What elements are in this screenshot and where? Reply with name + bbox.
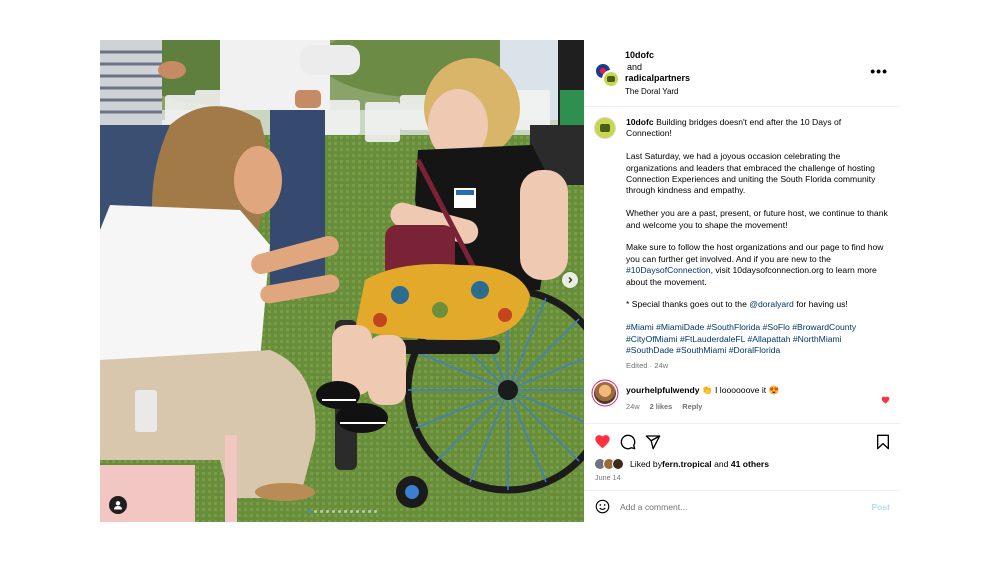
author-link-radicalpartners[interactable]: radicalpartners [625,73,690,85]
author-link-10dofc[interactable]: 10dofc [625,50,690,62]
comment-likes[interactable]: 2 likes [650,402,673,411]
carousel-dot [331,510,335,513]
comment-time: 24w [626,402,640,411]
comment-body: 👏 I loooooove it 😍 [699,385,780,395]
carousel-dot [307,510,311,513]
caption-p5-start: * Special thanks goes out to the [626,299,750,310]
likers-avatars [594,458,626,470]
carousel-dot [349,510,353,513]
comment-button[interactable] [620,434,636,455]
likes-prefix: Liked by [630,459,663,469]
comment-input[interactable] [620,499,850,515]
add-comment-bar: Post [584,490,900,522]
person-icon [114,501,122,510]
avatar-10dofc [602,70,620,88]
heart-filled-icon [595,435,610,449]
caption-paragraph-3: Whether you are a past, present, or futu… [626,208,888,230]
paper-plane-icon [645,435,661,450]
comment-reply-button[interactable]: Reply [682,402,702,411]
comment-text: yourhelpfulwendy 👏 I loooooove it 😍 [626,385,779,396]
emoji-button[interactable] [595,499,610,519]
ellipsis-horizontal-icon: ••• [870,63,888,79]
carousel-dot [313,510,317,513]
carousel-dot [325,510,329,513]
smiley-icon [595,499,610,514]
caption-author-avatar[interactable] [594,117,616,139]
chevron-right-icon [568,277,573,283]
mention-link[interactable]: @doralyard [749,299,794,309]
carousel-dots [100,510,584,513]
collab-avatars[interactable] [594,62,620,88]
caption-paragraph-5: * Special thanks goes out to the @doraly… [626,299,888,310]
caption-edited-meta: Edited · 24w [626,360,669,370]
comment-meta: 24w 2 likes Reply [626,402,710,411]
caption-paragraph-2: Last Saturday, we had a joyous occasion … [626,151,876,196]
post-side-panel: 10dofc and radicalpartners The Doral Yar… [584,40,900,522]
post-date[interactable]: June 14 [595,473,621,482]
caption-p5-end: for having us! [793,299,848,310]
likes-summary[interactable]: Liked by fern.tropical and 41 others [594,458,769,470]
comment-item: yourhelpfulwendy 👏 I loooooove it 😍 24w … [584,380,900,416]
carousel-dot [367,510,371,513]
caption-text: 10dofc Building bridges doesn't end afte… [626,117,888,371]
carousel-dot [343,510,347,513]
save-button[interactable] [876,434,890,455]
likes-mid: and [711,459,731,469]
carousel-dot [337,510,341,513]
caption-paragraph-4: Make sure to follow the host organizatio… [626,242,888,288]
action-bar [584,423,900,463]
carousel-next-button[interactable] [562,272,578,288]
caption-area: 10dofc Building bridges doesn't end afte… [584,108,900,424]
location-link[interactable]: The Doral Yard [625,86,690,98]
post-comment-button[interactable]: Post [871,502,890,512]
event-photo-illustration [100,40,584,522]
caption-intro: Building bridges doesn't end after the 1… [626,117,842,139]
caption-p4-start: Make sure to follow the host organizatio… [626,242,884,264]
likes-others[interactable]: 41 others [731,459,769,469]
comment-like-button[interactable] [881,391,890,409]
caption-hashtags[interactable]: #Miami #MiamiDade #SouthFlorida #SoFlo #… [626,322,888,356]
commenter-avatar[interactable] [594,382,616,404]
hashtag-link[interactable]: #10DaysofConnection [626,265,711,275]
caption-username[interactable]: 10dofc [626,117,654,127]
share-button[interactable] [645,434,661,455]
carousel-dot [355,510,359,513]
carousel-dot [373,510,377,513]
liker-username[interactable]: fern.tropical [662,459,712,469]
commenter-username[interactable]: yourhelpfulwendy [626,385,700,395]
caption-paragraph-1: 10dofc Building bridges doesn't end afte… [626,117,888,140]
post-authors: 10dofc and radicalpartners The Doral Yar… [625,50,690,97]
more-options-button[interactable]: ••• [870,63,888,79]
authors-conjunction: and [627,61,643,72]
carousel-dot [319,510,323,513]
comment-bubble-icon [620,434,636,450]
carousel-dot [361,510,365,513]
post-photo[interactable] [100,40,584,522]
post-header: 10dofc and radicalpartners The Doral Yar… [584,40,900,107]
heart-filled-icon [881,396,890,404]
like-button[interactable] [594,434,611,454]
bookmark-icon [877,434,889,450]
